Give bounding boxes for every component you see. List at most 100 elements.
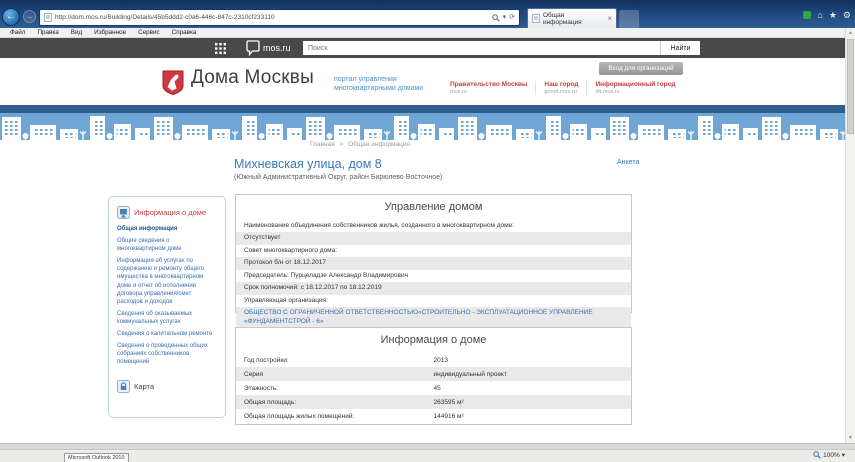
toolbar-green-icon[interactable]: [803, 11, 811, 19]
header-links: Правительство Москвы mos.ru Наш город go…: [450, 81, 684, 95]
info-row-value: 2013: [434, 357, 624, 364]
sidebar-link[interactable]: Общая информация: [117, 225, 217, 233]
home-icon[interactable]: ⌂: [817, 10, 822, 20]
moscow-coat-of-arms-icon: [162, 70, 184, 95]
gear-icon[interactable]: ⚙: [843, 10, 851, 20]
info-row: Общая площадь жилых помещений: 144916 м²: [236, 409, 631, 423]
house-info-icon: [117, 206, 130, 219]
header-link[interactable]: Правительство Москвы mos.ru: [450, 81, 535, 95]
favorites-star-icon[interactable]: ★: [829, 10, 837, 20]
sidebar-links: Общая информация Общие сведения о многок…: [117, 225, 217, 366]
management-row: Наименование объединения собственников ж…: [236, 220, 631, 232]
vertical-scrollbar[interactable]: ▲ ▼: [845, 28, 855, 443]
sidebar-info-section-title: Информация о доме: [134, 206, 206, 217]
mosru-bubble-icon: [246, 40, 260, 56]
browser-toolbar-icons: ⌂ ★ ⚙: [803, 10, 851, 20]
info-row-label: Год постройки:: [244, 357, 434, 364]
management-row: Отсутствует: [236, 232, 631, 244]
house-info-rows: Год постройки: 2013 Серия индивидуальный…: [236, 353, 631, 423]
sidebar-map-title: Карта: [134, 382, 154, 391]
menu-item[interactable]: Вид: [65, 28, 88, 37]
status-bar: Microsoft Outlook 2010 100% ▾: [0, 443, 855, 462]
refresh-icon[interactable]: ⟳: [509, 14, 515, 22]
page-title: Михневская улица, дом 8: [234, 157, 382, 171]
site-subtitle-line1: портал управления: [334, 76, 423, 85]
chevron-down-icon[interactable]: ▾: [503, 14, 507, 22]
management-row[interactable]: ОБЩЕСТВО С ОГРАНИЧЕННОЙ ОТВЕТСТВЕННОСТЬЮ…: [236, 307, 631, 328]
search-submit-button[interactable]: Найти: [660, 41, 700, 55]
sidebar-link[interactable]: Сведения о проведенных общих собраниях с…: [117, 342, 217, 366]
search-icon[interactable]: [492, 14, 500, 22]
breadcrumb: Главная > Общая информация: [310, 141, 413, 148]
tab-close-icon[interactable]: ×: [607, 15, 612, 23]
breadcrumb-separator: >: [340, 141, 344, 148]
sidebar-info-section-header: Информация о доме: [117, 206, 217, 219]
scrollbar-thumb[interactable]: [847, 39, 854, 134]
header-link-sub: dit.mos.ru: [595, 89, 675, 95]
site-subtitle: портал управления многоквартирными домам…: [334, 76, 423, 94]
menu-item[interactable]: Правка: [31, 28, 64, 37]
menu-item[interactable]: Сервис: [132, 28, 166, 37]
site-header: Дома Москвы портал управления многокварт…: [0, 58, 855, 105]
management-row: Совет многоквартирного дома:: [236, 245, 631, 257]
map-icon: [117, 380, 130, 393]
management-row: Председатель: Пурцеладзе Александр Влади…: [236, 270, 631, 282]
zoom-dropdown-icon: ▾: [842, 451, 845, 459]
info-row-value: индивидуальный проект: [434, 371, 624, 378]
header-link-label: Информационный город: [595, 81, 675, 88]
mosru-bar: mos.ru Найти: [0, 38, 855, 58]
scroll-down-icon[interactable]: ▼: [846, 433, 855, 443]
anketa-link[interactable]: Анкета: [617, 159, 639, 166]
sidebar-link[interactable]: Общие сведения о многоквартирном доме: [117, 237, 217, 253]
header-link[interactable]: Наш город gorod.mos.ru: [535, 81, 586, 95]
tab-favicon: [532, 14, 540, 23]
breadcrumb-home-link[interactable]: Главная: [310, 141, 335, 148]
page-subtitle: (Южный Административный Округ, район Бир…: [234, 174, 442, 181]
header-link-label: Правительство Москвы: [450, 81, 527, 88]
navy-divider-band: [0, 105, 855, 113]
new-tab-button[interactable]: [619, 10, 639, 28]
browser-chrome: ← → http://dom.mos.ru/Building/Details/4…: [0, 0, 855, 28]
outlook-app-button[interactable]: Microsoft Outlook 2010: [64, 453, 129, 462]
sidebar: Информация о доме Общая информация Общие…: [108, 196, 226, 418]
zoom-level-text: 100%: [823, 452, 840, 459]
header-link-sub: mos.ru: [450, 89, 527, 95]
management-panel: Управление домом Наименование объединени…: [235, 194, 632, 313]
site-search: Найти: [303, 41, 700, 55]
address-bar[interactable]: http://dom.mos.ru/Building/Details/45b5d…: [39, 9, 520, 26]
sidebar-link[interactable]: Сведения о капитальном ремонте: [117, 330, 217, 338]
info-row: Общая площадь: 263595 м²: [236, 395, 631, 409]
search-input[interactable]: [303, 41, 660, 55]
org-login-button[interactable]: Вход для организаций: [599, 62, 683, 75]
menu-item[interactable]: Файл: [4, 28, 31, 37]
header-link-label: Наш город: [544, 81, 578, 88]
cityscape-banner: [0, 113, 855, 140]
site-title: Дома Москвы: [191, 67, 314, 89]
browser-tab[interactable]: Общая информация ×: [527, 8, 617, 28]
mosru-logo[interactable]: mos.ru: [246, 40, 291, 56]
apps-grid-icon[interactable]: [215, 43, 226, 54]
back-button[interactable]: ←: [2, 8, 20, 26]
cityscape-illustration: [0, 113, 855, 140]
forward-button[interactable]: →: [23, 10, 36, 23]
info-row-label: Этажность:: [244, 385, 434, 392]
breadcrumb-current: Общая информация: [348, 141, 410, 148]
horizontal-scrollbar[interactable]: [0, 444, 855, 450]
tab-title: Общая информация: [543, 12, 604, 26]
info-row: Этажность: 45: [236, 381, 631, 395]
info-row-value: 45: [434, 385, 624, 392]
management-row: Протокол б/н от 18.12.2017: [236, 257, 631, 269]
menu-item[interactable]: Справка: [166, 28, 203, 37]
page-icon: [44, 13, 52, 22]
zoom-indicator[interactable]: 100% ▾: [813, 451, 845, 459]
info-row: Серия индивидуальный проект: [236, 367, 631, 381]
menu-item[interactable]: Избранное: [88, 28, 132, 37]
scroll-up-icon[interactable]: ▲: [846, 28, 855, 38]
header-link[interactable]: Информационный город dit.mos.ru: [586, 81, 683, 95]
sidebar-item-map[interactable]: Карта: [117, 380, 217, 393]
info-row-label: Общая площадь жилых помещений:: [244, 413, 434, 420]
management-rows: Наименование объединения собственников ж…: [236, 220, 631, 328]
sidebar-link[interactable]: Информация об услугах по содержанию и ре…: [117, 257, 217, 306]
sidebar-link[interactable]: Сведения об оказываемых коммунальных усл…: [117, 310, 217, 326]
management-row: Управляющая организация:: [236, 295, 631, 307]
